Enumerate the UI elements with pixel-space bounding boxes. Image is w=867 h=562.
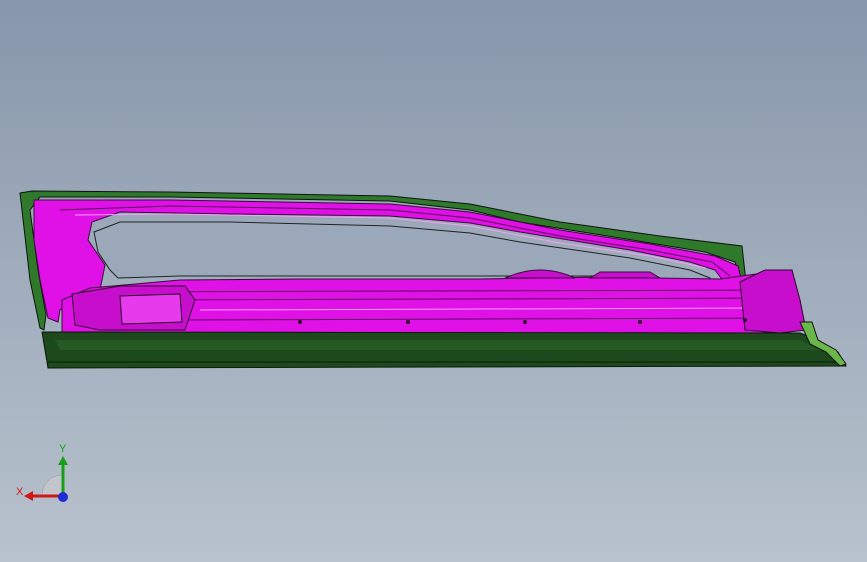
cad-model[interactable] [0, 0, 867, 562]
triad-y-label: Y [59, 443, 67, 455]
triad-x-label: X [16, 486, 24, 498]
hole [743, 318, 747, 322]
graphics-viewport[interactable]: X Y [0, 0, 867, 562]
left-end-detail [119, 293, 183, 325]
right-end-block [739, 269, 807, 334]
triad-plane [41, 474, 63, 496]
base-highlight [55, 340, 820, 350]
hole [406, 320, 410, 324]
hole [298, 320, 302, 324]
triad-z-axis-icon [58, 492, 68, 502]
hole [523, 320, 527, 324]
triad-y-arrow-icon [58, 456, 68, 465]
hole [638, 320, 642, 324]
orientation-triad[interactable]: X Y [12, 440, 74, 510]
triad-x-arrow-icon [24, 491, 33, 501]
body-bump-2 [588, 271, 662, 279]
